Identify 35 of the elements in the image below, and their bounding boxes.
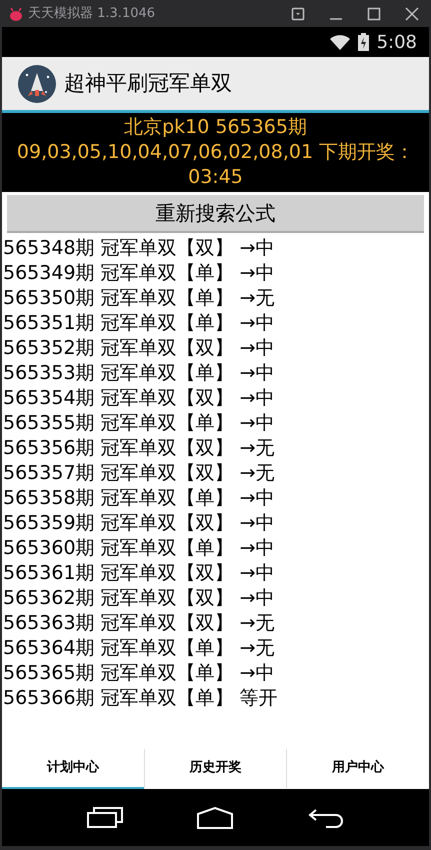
plan-row-text: 565351期 冠军单双【单】 →中	[3, 311, 276, 336]
maximize-icon[interactable]	[367, 6, 381, 20]
plan-row-text: 565366期 冠军单双【单】 等开	[3, 686, 279, 711]
search-formula-button[interactable]: 重新搜索公式	[7, 195, 424, 233]
plan-row-text: 565357期 冠军单双【双】 →无	[3, 461, 276, 486]
plan-row-text: 565358期 冠军单双【单】 →中	[3, 486, 276, 511]
plan-row-text: 565361期 冠军单双【双】 →中	[3, 561, 276, 586]
app-logo-icon	[8, 6, 24, 22]
home-icon[interactable]	[197, 806, 234, 828]
plan-row-text: 565362期 冠军单双【双】 →中	[3, 586, 276, 611]
plan-row-text: 565356期 冠军单双【双】 →无	[3, 436, 276, 461]
plan-row-text: 565353期 冠军单双【单】 →中	[3, 361, 276, 386]
period-title: 北京pk10 565365期	[124, 115, 307, 140]
restore-icon[interactable]	[291, 6, 305, 20]
plan-row-text: 565352期 冠军单双【双】 →中	[3, 336, 276, 361]
recent-apps-icon[interactable]	[87, 806, 124, 828]
plan-row-text: 565349期 冠军单双【单】 →中	[3, 261, 276, 286]
plan-row-text: 565360期 冠军单双【单】 →中	[3, 536, 276, 561]
close-icon[interactable]	[405, 6, 419, 20]
app-title: 超神平刷冠军单双	[64, 70, 232, 97]
wifi-icon	[330, 34, 350, 50]
draw-result: 09,03,05,10,04,07,06,02,08,01 下期开奖：03:45	[16, 140, 416, 190]
plan-row-text: 565354期 冠军单双【双】 →中	[3, 386, 276, 411]
plan-row-text: 565359期 冠军单双【双】 →中	[3, 511, 276, 536]
rocket-icon	[18, 64, 56, 102]
clock: 5:08	[376, 30, 417, 54]
plan-row-text: 565363期 冠军单双【双】 →无	[3, 611, 276, 636]
plan-row-text: 565350期 冠军单双【单】 →无	[3, 286, 276, 311]
plan-row-text: 565365期 冠军单双【单】 →中	[3, 661, 276, 686]
battery-icon	[358, 33, 369, 51]
window-title: 天天模拟器 1.3.1046	[28, 4, 156, 23]
plan-row-text: 565355期 冠军单双【单】 →中	[3, 411, 276, 436]
back-icon[interactable]	[308, 806, 344, 828]
plan-row-text: 565348期 冠军单双【双】 →中	[3, 236, 276, 261]
plan-row-text: 565364期 冠军单双【单】 →无	[3, 636, 276, 661]
